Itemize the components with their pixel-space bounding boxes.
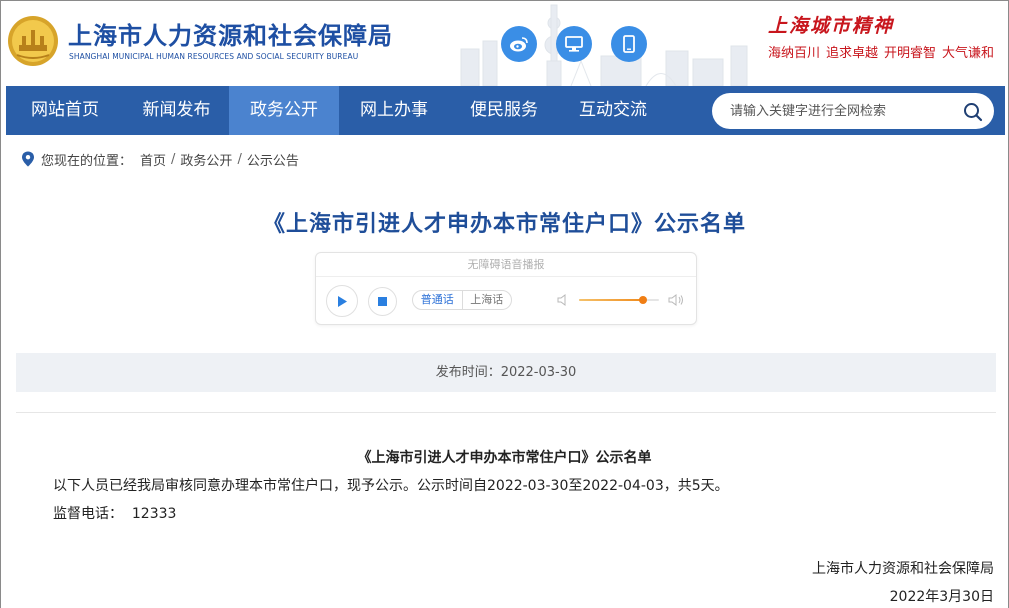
language-switch: 普通话 上海话 — [412, 290, 512, 310]
breadcrumb-prefix: 您现在的位置： — [41, 153, 133, 169]
signature-date: 2022年3月30日 — [889, 589, 994, 605]
volume-low-icon[interactable] — [556, 293, 570, 307]
audio-player: 无障碍语音播报 普通话 上海话 — [315, 252, 697, 325]
breadcrumb-separator: / — [171, 151, 176, 167]
nav-item-convenience[interactable]: 便民服务 — [449, 86, 559, 135]
page-frame: 上海市人力资源和社会保障局 SHANGHAI MUNICIPAL HUMAN R… — [0, 0, 1009, 608]
search-input[interactable] — [730, 101, 950, 121]
city-spirit-items: 海纳百川 追求卓越 开明睿智 大气谦和 — [768, 42, 1000, 61]
nav-item-news[interactable]: 新闻发布 — [124, 86, 229, 135]
content-divider — [16, 412, 996, 413]
publish-date: 2022-03-30 — [500, 365, 577, 380]
nav-item-government-affairs[interactable]: 政务公开 — [229, 86, 339, 135]
city-spirit-item: 海纳百川 — [768, 46, 821, 61]
main-nav: 网站首页 新闻发布 政务公开 网上办事 便民服务 互动交流 — [6, 86, 1005, 135]
lang-option-mandarin[interactable]: 普通话 — [413, 291, 462, 309]
publish-label: 发布时间： — [435, 365, 501, 380]
desktop-button[interactable] — [556, 26, 592, 62]
mobile-button[interactable] — [611, 26, 647, 62]
site-subtitle: SHANGHAI MUNICIPAL HUMAN RESOURCES AND S… — [69, 52, 359, 61]
city-spirit-item: 开明睿智 — [884, 46, 937, 61]
play-icon — [338, 295, 347, 307]
publish-info-bar: 发布时间：2022-03-30 — [16, 353, 996, 392]
play-button[interactable] — [326, 285, 358, 317]
desktop-icon — [565, 36, 583, 52]
lang-option-shanghainese[interactable]: 上海话 — [461, 291, 512, 309]
content-paragraph: 以下人员已经我局审核同意办理本市常住户口，现予公示。公示时间自2022-03-3… — [53, 478, 729, 494]
nav-item-interaction[interactable]: 互动交流 — [559, 86, 667, 135]
breadcrumb: 您现在的位置： 首页 / 政务公开 / 公示公告 — [21, 149, 299, 169]
city-spirit-item: 大气谦和 — [942, 46, 995, 61]
city-spirit-title: 上海城市精神 — [768, 15, 895, 37]
bureau-logo[interactable] — [7, 15, 59, 67]
player-header: 无障碍语音播报 — [316, 253, 696, 277]
breadcrumb-item-home[interactable]: 首页 — [140, 150, 166, 169]
signature-org: 上海市人力资源和社会保障局 — [812, 561, 994, 577]
breadcrumb-item-government-affairs[interactable]: 政务公开 — [180, 150, 232, 169]
stop-icon — [378, 297, 387, 306]
mobile-icon — [623, 35, 635, 53]
city-spirit-item: 追求卓越 — [826, 46, 879, 61]
volume-fill — [579, 299, 643, 301]
volume-handle[interactable] — [639, 296, 647, 304]
weibo-icon — [510, 37, 528, 52]
supervision-phone: 监督电话： 12333 — [53, 506, 177, 522]
nav-item-home[interactable]: 网站首页 — [6, 86, 124, 135]
search-box — [712, 93, 994, 129]
stop-button[interactable] — [368, 287, 397, 316]
breadcrumb-item-announcements[interactable]: 公示公告 — [247, 150, 299, 169]
location-pin-icon — [22, 151, 34, 167]
weibo-button[interactable] — [501, 26, 537, 62]
content-title: 《上海市引进人才申办本市常住户口》公示名单 — [357, 450, 652, 466]
search-icon[interactable] — [963, 102, 983, 122]
page-title: 《上海市引进人才申办本市常住户口》公示名单 — [262, 212, 746, 237]
nav-item-online-services[interactable]: 网上办事 — [339, 86, 449, 135]
volume-high-icon[interactable] — [668, 293, 684, 307]
site-title[interactable]: 上海市人力资源和社会保障局 — [68, 16, 393, 51]
volume-slider[interactable] — [579, 296, 659, 304]
site-header: 上海市人力资源和社会保障局 SHANGHAI MUNICIPAL HUMAN R… — [1, 1, 1008, 86]
breadcrumb-separator: / — [237, 151, 242, 167]
